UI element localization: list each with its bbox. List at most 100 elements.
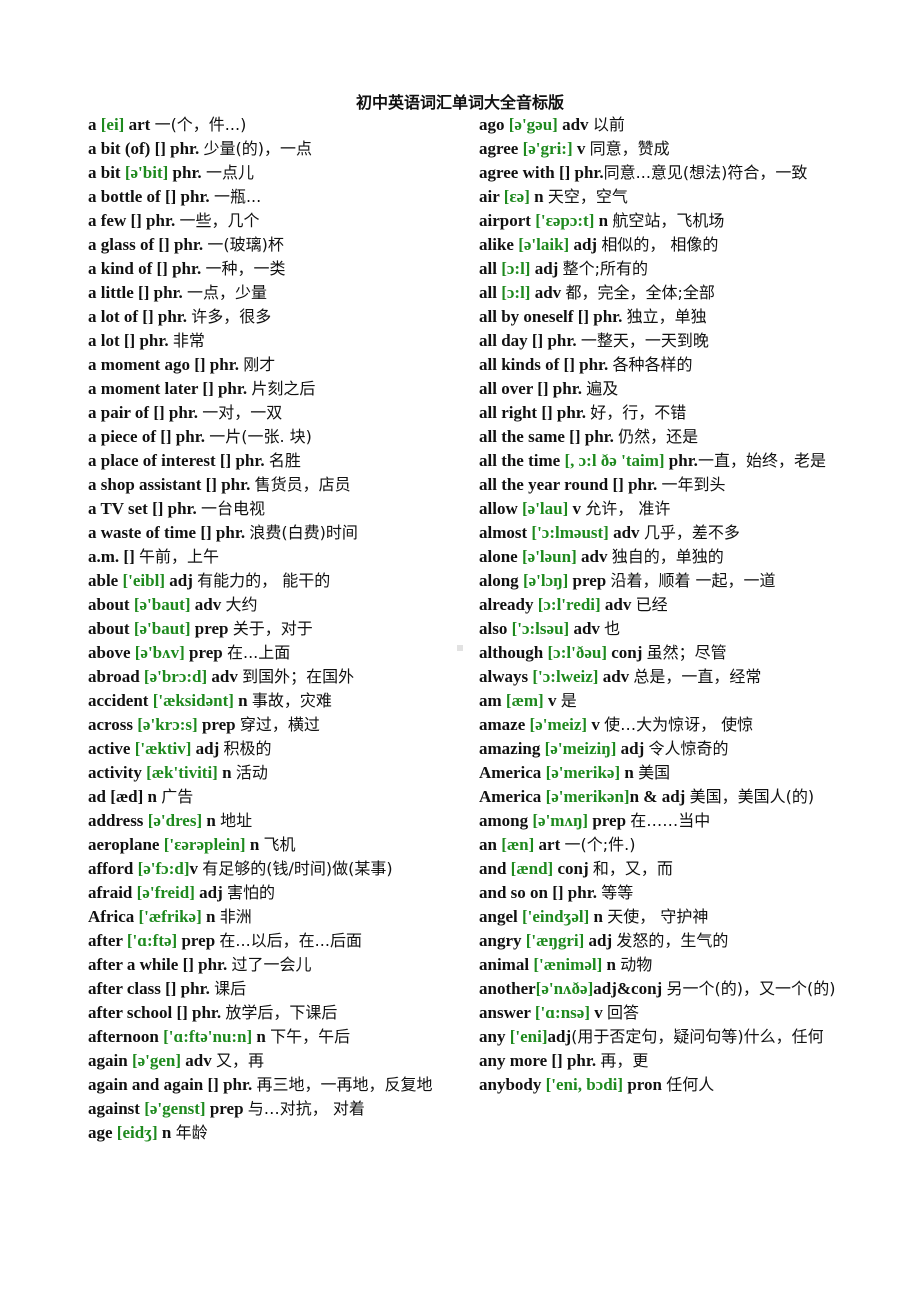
- entry-definition: 浪费(白费)时间: [249, 523, 358, 542]
- entry-pos: adj: [584, 931, 617, 950]
- vocab-entry: a bit (of) [] phr. 少量(的)，一点: [88, 137, 473, 161]
- entry-definition: 关于，对于: [232, 619, 313, 638]
- entry-word: any more [] phr.: [479, 1051, 601, 1070]
- entry-pos: prep: [205, 1099, 248, 1118]
- entry-word: and so on [] phr.: [479, 883, 602, 902]
- vocab-entry: above [ə'bʌv] prep 在...上面: [88, 641, 473, 665]
- entry-word: air: [479, 187, 504, 206]
- entry-word: afraid: [88, 883, 137, 902]
- entry-word: alone: [479, 547, 522, 566]
- vocab-entry: aeroplane ['ɛərəplein] n 飞机: [88, 833, 473, 857]
- entry-pos: adj: [530, 259, 563, 278]
- vocab-entry: able ['eibl] adj 有能力的， 能干的: [88, 569, 473, 593]
- vocab-entry: after class [] phr. 课后: [88, 977, 473, 1001]
- entry-pos: adv: [600, 595, 636, 614]
- entry-phonetic: [æk'tiviti]: [146, 763, 218, 782]
- entry-definition: 放学后，下课后: [225, 1003, 338, 1022]
- entry-definition: 总是，一直，经常: [633, 667, 762, 686]
- vocab-entry: a bottle of [] phr. 一瓶...: [88, 185, 473, 209]
- entry-definition: 过了一会儿: [231, 955, 312, 974]
- vocab-entry: afraid [ə'freid] adj 害怕的: [88, 881, 473, 905]
- entry-definition: 许多，很多: [191, 307, 272, 326]
- vocab-entry: again and again [] phr. 再三地，一再地，反复地: [88, 1073, 473, 1097]
- vocab-entry: alone [ə'ləun] adv 独自的，单独的: [479, 545, 879, 569]
- vocab-entry: a shop assistant [] phr. 售货员，店员: [88, 473, 473, 497]
- entry-word: America: [479, 787, 546, 806]
- entry-pos: prep: [568, 571, 611, 590]
- vocab-entry: all right [] phr. 好，行，不错: [479, 401, 879, 425]
- entry-word: Africa: [88, 907, 139, 926]
- entry-word: a.m. []: [88, 547, 139, 566]
- vocab-entry: afford [ə'fɔ:d]v 有足够的(钱/时间)做(某事): [88, 857, 473, 881]
- entry-phonetic: [, ɔ:l ðə 'taim]: [564, 451, 665, 470]
- entry-word: all by oneself [] phr.: [479, 307, 627, 326]
- entry-word: after: [88, 931, 127, 950]
- entry-pos: adv: [557, 115, 593, 134]
- vocab-entry: another[ə'nʌðə]adj&conj 另一个(的)，又一个(的): [479, 977, 879, 1001]
- entry-pos: n: [252, 1027, 271, 1046]
- entry-definition: 仍然，还是: [618, 427, 699, 446]
- entry-word: angel: [479, 907, 522, 926]
- entry-phonetic: [ə'merikə]: [545, 763, 621, 782]
- entry-word: a little [] phr.: [88, 283, 188, 302]
- entry-definition: 地址: [220, 811, 253, 830]
- entry-pos: phr.: [664, 451, 698, 470]
- entry-pos: prep: [190, 619, 233, 638]
- entry-phonetic: [ei]: [100, 115, 125, 134]
- vocab-entry: address [ə'dres] n 地址: [88, 809, 473, 833]
- vocab-entry: ago [ə'gəu] adv 以前: [479, 113, 879, 137]
- vocab-entry: active ['æktiv] adj 积极的: [88, 737, 473, 761]
- entry-phonetic: [ə'merikən]: [545, 787, 630, 806]
- entry-pos: n: [201, 907, 220, 926]
- entry-word: a lot [] phr.: [88, 331, 173, 350]
- entry-word: a: [88, 115, 101, 134]
- entry-pos: n: [217, 763, 236, 782]
- entry-pos: prep: [177, 931, 220, 950]
- entry-pos: n: [233, 691, 252, 710]
- vocab-entry: all [ɔ:l] adj 整个;所有的: [479, 257, 879, 281]
- entry-word: a glass of [] phr.: [88, 235, 208, 254]
- entry-word: among: [479, 811, 533, 830]
- vocab-entry: all over [] phr. 遍及: [479, 377, 879, 401]
- entry-definition: 售货员，店员: [254, 475, 351, 494]
- entry-definition: 等等: [601, 883, 634, 902]
- entry-pos: conj: [606, 643, 647, 662]
- entry-phonetic: [ə'gri:]: [522, 139, 573, 158]
- entry-definition: 下午，午后: [270, 1027, 351, 1046]
- entry-definition: 独自的，单独的: [611, 547, 724, 566]
- vocab-entry: already [ɔ:l'redi] adv 已经: [479, 593, 879, 617]
- entry-word: amaze: [479, 715, 530, 734]
- entry-definition: 在...以后，在...后面: [219, 931, 362, 950]
- vocab-entry: abroad [ə'brɔ:d] adv 到国外；在国外: [88, 665, 473, 689]
- entry-word: after a while [] phr.: [88, 955, 232, 974]
- entry-phonetic: [ə'brɔ:d]: [143, 667, 208, 686]
- entry-pos: prep: [588, 811, 631, 830]
- entry-definition: 也: [604, 619, 621, 638]
- entry-phonetic: ['æktiv]: [134, 739, 192, 758]
- entry-definition: 各种各样的: [612, 355, 693, 374]
- entry-pos: n: [594, 211, 613, 230]
- entry-pos: art: [534, 835, 565, 854]
- vocab-entry: airport ['ɛəpɔ:t] n 航空站，飞机场: [479, 209, 879, 233]
- entry-phonetic: [ə'ləun]: [521, 547, 577, 566]
- entry-definition: 事故，灾难: [251, 691, 332, 710]
- entry-pos: n: [529, 187, 548, 206]
- entry-phonetic: [ænd]: [510, 859, 554, 878]
- vocab-entry: an [æn] art 一(个;件.): [479, 833, 879, 857]
- entry-pos: n: [620, 763, 639, 782]
- vocab-entry: ad [æd] n 广告: [88, 785, 473, 809]
- vocab-entry: all day [] phr. 一整天，一天到晚: [479, 329, 879, 353]
- entry-pos: adv: [576, 547, 612, 566]
- vocab-entry: Africa ['æfrikə] n 非洲: [88, 905, 473, 929]
- entry-pos: n: [245, 835, 264, 854]
- vocab-entry: any ['eni]adj(用于否定句，疑问句等)什么，任何: [479, 1025, 879, 1049]
- entry-definition: 广告: [161, 787, 194, 806]
- entry-word: allow: [479, 499, 522, 518]
- vocab-entry: agree with [] phr.同意...意见(想法)符合，一致: [479, 161, 879, 185]
- vocab-entry: agree [ə'gri:] v 同意，赞成: [479, 137, 879, 161]
- entry-word: animal: [479, 955, 534, 974]
- vocab-entry: a bit [ə'bit] phr. 一点儿: [88, 161, 473, 185]
- entry-word: against: [88, 1099, 145, 1118]
- entry-word: always: [479, 667, 533, 686]
- entry-pos: v: [543, 691, 561, 710]
